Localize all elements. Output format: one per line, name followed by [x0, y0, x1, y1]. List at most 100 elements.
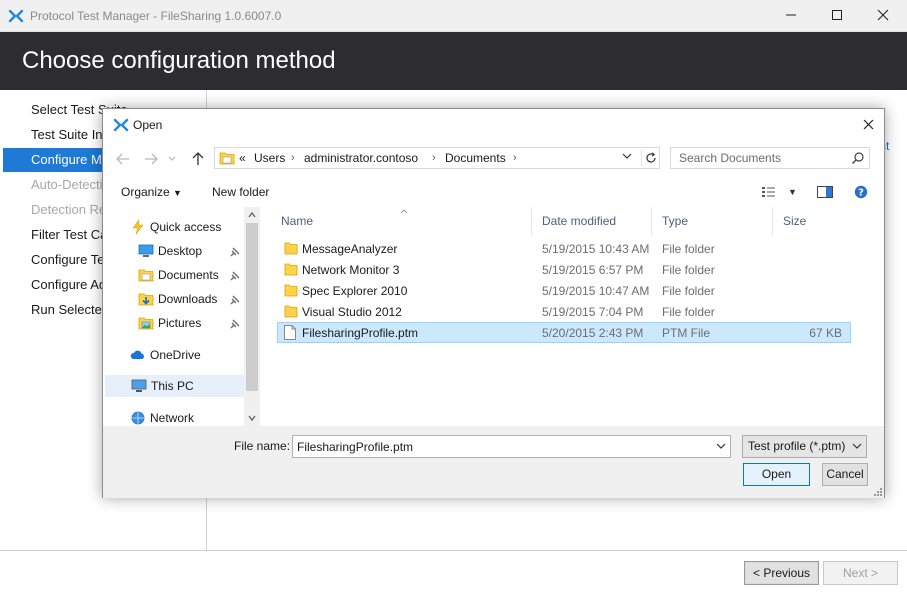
file-row[interactable]: MessageAnalyzer 5/19/2015 10:43 AM File …: [277, 238, 851, 259]
up-button[interactable]: [188, 149, 208, 169]
documents-icon: [138, 267, 154, 283]
chevron-down-icon: [852, 443, 862, 449]
file-name: Network Monitor 3: [302, 263, 400, 277]
scrollbar-thumb[interactable]: [246, 223, 258, 391]
page-title: Choose configuration method: [22, 47, 336, 74]
search-input[interactable]: [671, 148, 847, 168]
breadcrumb-users[interactable]: Users: [254, 151, 285, 165]
close-button[interactable]: [860, 0, 906, 30]
dialog-bottom-bar: File name: Test profile (*.ptm) Open Can…: [103, 426, 884, 498]
file-row[interactable]: Spec Explorer 2010 5/19/2015 10:47 AM Fi…: [277, 280, 851, 301]
folder-icon: [219, 152, 235, 165]
pin-icon[interactable]: [230, 247, 240, 257]
tree-item-quick-access[interactable]: Quick access: [130, 216, 221, 238]
pin-icon[interactable]: [230, 295, 240, 305]
tree-item-documents[interactable]: Documents: [138, 264, 219, 286]
change-view-button[interactable]: ▼: [759, 182, 799, 202]
breadcrumb-overflow[interactable]: «: [239, 151, 246, 165]
tree-label: Downloads: [158, 292, 218, 306]
next-button: Next >: [823, 561, 898, 585]
file-list: Name Date modified Type Size MessageAnal…: [271, 207, 884, 426]
window-titlebar: Protocol Test Manager - FileSharing 1.0.…: [0, 0, 907, 32]
navigation-pane: Quick access Desktop Documents Downloads…: [104, 207, 260, 426]
tree-label: Quick access: [150, 220, 222, 234]
file-date: 5/19/2015 10:47 AM: [542, 284, 650, 298]
app-logo-icon: [8, 9, 24, 23]
refresh-button[interactable]: [641, 150, 659, 166]
file-date: 5/19/2015 10:43 AM: [542, 242, 650, 256]
file-type-select[interactable]: Test profile (*.ptm): [742, 435, 867, 458]
file-type: File folder: [662, 242, 715, 256]
tree-label: Documents: [158, 268, 219, 282]
file-name-combobox: [292, 435, 731, 458]
tree-item-downloads[interactable]: Downloads: [138, 288, 217, 310]
minimize-button[interactable]: [768, 0, 814, 30]
folder-icon: [284, 305, 298, 318]
minimize-icon: [786, 14, 796, 16]
scroll-down-icon[interactable]: [248, 414, 256, 422]
folder-icon: [284, 263, 298, 276]
pictures-icon: [138, 315, 154, 331]
tree-item-pictures[interactable]: Pictures: [138, 312, 201, 334]
tree-item-onedrive[interactable]: OneDrive: [130, 344, 201, 366]
search-icon[interactable]: [851, 151, 865, 165]
back-button[interactable]: [113, 149, 133, 169]
tree-label: Network: [150, 411, 195, 425]
close-icon: [863, 119, 873, 129]
cancel-button[interactable]: Cancel: [822, 463, 868, 486]
column-header-date-modified[interactable]: Date modified: [532, 207, 651, 235]
pin-icon[interactable]: [230, 319, 240, 329]
tree-scrollbar[interactable]: [244, 207, 260, 426]
chevron-down-icon: [168, 156, 176, 161]
column-header-size[interactable]: Size: [773, 207, 853, 235]
file-date: 5/19/2015 7:04 PM: [542, 305, 644, 319]
network-icon: [130, 410, 146, 426]
maximize-icon: [832, 10, 842, 20]
file-name-input[interactable]: [293, 436, 708, 457]
previous-button[interactable]: < Previous: [744, 561, 819, 585]
forward-button[interactable]: [141, 149, 161, 169]
arrow-right-icon: [145, 153, 158, 165]
maximize-button[interactable]: [814, 0, 860, 30]
caret-down-icon: ▼: [173, 188, 182, 198]
pin-icon[interactable]: [230, 271, 240, 281]
arrow-up-icon: [192, 152, 204, 165]
tree-item-network[interactable]: Network: [130, 407, 194, 426]
organize-button[interactable]: Organize ▼: [121, 185, 182, 199]
chevron-down-icon[interactable]: [622, 152, 632, 160]
file-row[interactable]: Visual Studio 2012 5/19/2015 7:04 PM Fil…: [277, 301, 851, 322]
help-button[interactable]: ?: [851, 182, 871, 202]
folder-icon: [284, 284, 298, 297]
new-folder-button[interactable]: New folder: [212, 185, 269, 199]
recent-locations-button[interactable]: [165, 149, 179, 169]
open-button[interactable]: Open: [743, 463, 810, 486]
organize-label: Organize: [121, 185, 170, 199]
column-header-name[interactable]: Name: [271, 207, 531, 235]
tree-label: This PC: [151, 379, 194, 393]
tree-item-desktop[interactable]: Desktop: [138, 240, 202, 262]
breadcrumb-separator[interactable]: ›: [513, 152, 517, 164]
column-header-type[interactable]: Type: [652, 207, 772, 235]
dialog-close-button[interactable]: [855, 111, 881, 137]
file-name: MessageAnalyzer: [302, 242, 398, 256]
tree-item-this-pc[interactable]: This PC: [105, 375, 244, 397]
close-icon: [877, 9, 889, 21]
resize-grip-icon[interactable]: [873, 487, 883, 497]
breadcrumb-separator[interactable]: ›: [291, 152, 295, 164]
file-row[interactable]: Network Monitor 3 5/19/2015 6:57 PM File…: [277, 259, 851, 280]
file-row-selected[interactable]: FilesharingProfile.ptm 5/20/2015 2:43 PM…: [277, 322, 851, 343]
breadcrumb-administrator[interactable]: administrator.contoso: [304, 151, 418, 165]
address-bar[interactable]: « Users › administrator.contoso › Docume…: [214, 147, 660, 169]
preview-pane-button[interactable]: [815, 182, 835, 202]
file-name-label: File name:: [234, 439, 291, 453]
desktop-icon: [138, 243, 154, 259]
caret-down-icon: ▼: [788, 187, 797, 197]
open-file-dialog: Open « Users › administrator.contoso › D…: [102, 108, 885, 498]
command-bar: Organize ▼ New folder ▼ ?: [103, 179, 884, 205]
chevron-down-icon[interactable]: [716, 443, 726, 450]
file-size: 67 KB: [809, 326, 842, 340]
breadcrumb-documents[interactable]: Documents: [445, 151, 506, 165]
breadcrumb-separator[interactable]: ›: [432, 152, 436, 164]
scroll-up-icon[interactable]: [248, 211, 256, 219]
preview-pane-icon: [817, 186, 833, 198]
